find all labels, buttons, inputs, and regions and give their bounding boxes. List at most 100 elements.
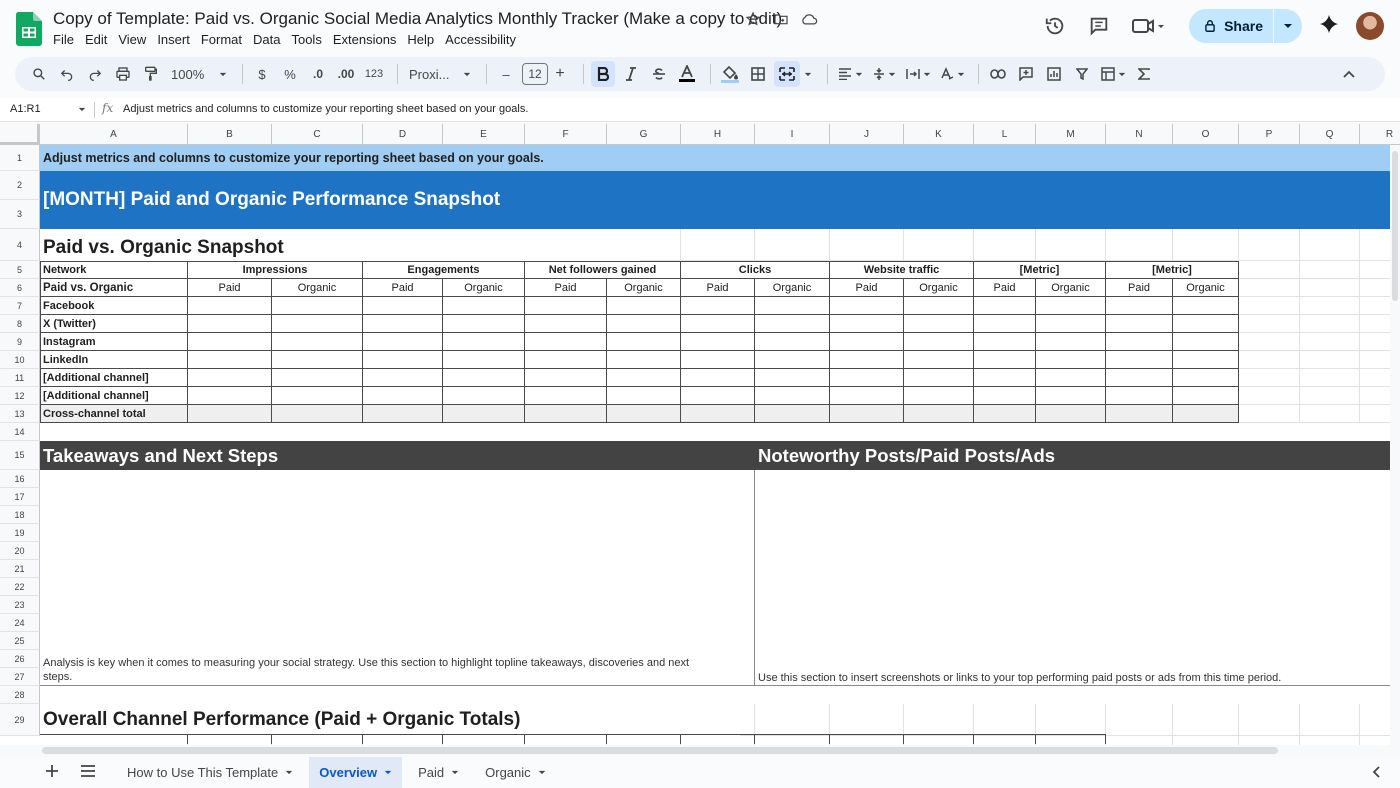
column-header-b[interactable]: B	[188, 124, 272, 145]
merge-cells-icon[interactable]	[774, 61, 800, 87]
subheader-organic[interactable]: Organic	[272, 279, 363, 297]
table-cell[interactable]	[1036, 297, 1106, 315]
functions-icon[interactable]	[1132, 61, 1156, 87]
document-title[interactable]: Copy of Template: Paid vs. Organic Socia…	[53, 9, 782, 29]
network-row-label[interactable]: Facebook	[40, 297, 188, 315]
select-all-corner[interactable]	[0, 124, 40, 145]
table-cell[interactable]	[755, 351, 830, 369]
insert-link-icon[interactable]	[986, 61, 1010, 87]
table-cell[interactable]	[443, 387, 525, 405]
add-sheet-icon[interactable]	[45, 764, 59, 781]
column-header-i[interactable]: I	[755, 124, 830, 145]
menu-view[interactable]: View	[118, 32, 152, 47]
insert-chart-icon[interactable]	[1042, 61, 1066, 87]
network-row-label[interactable]: [Additional channel]	[40, 387, 188, 405]
table-cell[interactable]	[681, 405, 755, 423]
column-header-e[interactable]: E	[443, 124, 525, 145]
filter-views-icon[interactable]	[1098, 61, 1128, 87]
row-header-16[interactable]: 16	[0, 470, 40, 488]
menu-insert[interactable]: Insert	[157, 32, 196, 47]
strikethrough-icon[interactable]	[647, 61, 671, 87]
increase-font-size-button[interactable]: +	[548, 61, 572, 87]
table-cell[interactable]	[188, 387, 272, 405]
borders-icon[interactable]	[746, 61, 770, 87]
row-header-11[interactable]: 11	[0, 369, 40, 387]
table-cell[interactable]	[443, 369, 525, 387]
column-header-r[interactable]: R	[1360, 124, 1400, 145]
table-cell[interactable]	[904, 351, 974, 369]
table-subheader-label[interactable]: Paid vs. Organic	[40, 279, 188, 297]
collapse-menus-icon[interactable]	[1337, 61, 1361, 87]
menu-edit[interactable]: Edit	[85, 32, 113, 47]
row-header-28[interactable]: 28	[0, 686, 40, 704]
row-header-1[interactable]: 1	[0, 145, 40, 171]
table-header-network[interactable]: Network	[40, 261, 188, 279]
table-cell[interactable]	[272, 387, 363, 405]
table-cell[interactable]	[363, 387, 443, 405]
table-cell[interactable]	[525, 369, 607, 387]
row-header-27[interactable]: 27	[0, 668, 40, 686]
subheader-organic[interactable]: Organic	[443, 279, 525, 297]
table-cell[interactable]	[607, 351, 681, 369]
cross-channel-total-label[interactable]: Cross-channel total	[40, 405, 188, 423]
row-header-23[interactable]: 23	[0, 596, 40, 614]
table-cell[interactable]	[755, 333, 830, 351]
row-header-8[interactable]: 8	[0, 315, 40, 333]
table-cell[interactable]	[681, 315, 755, 333]
table-cell[interactable]	[1036, 369, 1106, 387]
text-rotation-icon[interactable]	[937, 61, 967, 87]
table-cell[interactable]	[830, 333, 904, 351]
column-header-g[interactable]: G	[607, 124, 681, 145]
table-cell[interactable]	[830, 351, 904, 369]
italic-icon[interactable]	[619, 61, 643, 87]
column-header-j[interactable]: J	[830, 124, 904, 145]
sheets-logo-icon[interactable]	[16, 12, 42, 46]
table-cell[interactable]	[1106, 333, 1173, 351]
table-cell[interactable]	[525, 297, 607, 315]
network-row-label[interactable]: LinkedIn	[40, 351, 188, 369]
table-cell[interactable]	[681, 387, 755, 405]
paint-format-icon[interactable]	[139, 61, 163, 87]
table-cell[interactable]	[755, 405, 830, 423]
row-header-25[interactable]: 25	[0, 632, 40, 650]
row-header-3[interactable]: 3	[0, 200, 40, 229]
chevron-down-icon[interactable]	[804, 72, 812, 77]
table-cell[interactable]	[443, 333, 525, 351]
table-header-metric[interactable]: Impressions	[188, 261, 363, 279]
table-cell[interactable]	[525, 387, 607, 405]
row-header-15[interactable]: 15	[0, 441, 40, 470]
subheader-paid[interactable]: Paid	[188, 279, 272, 297]
table-cell[interactable]	[830, 405, 904, 423]
network-row-label[interactable]: [Additional channel]	[40, 369, 188, 387]
column-header-h[interactable]: H	[681, 124, 755, 145]
table-cell[interactable]	[830, 387, 904, 405]
column-header-q[interactable]: Q	[1300, 124, 1360, 145]
row-header-29[interactable]: 29	[0, 704, 40, 736]
table-cell[interactable]	[904, 405, 974, 423]
table-cell[interactable]	[443, 351, 525, 369]
table-cell[interactable]	[974, 387, 1036, 405]
subheader-paid[interactable]: Paid	[363, 279, 443, 297]
row-header-9[interactable]: 9	[0, 333, 40, 351]
table-cell[interactable]	[1173, 405, 1239, 423]
zoom-select[interactable]: 100%	[167, 61, 231, 87]
row-header-22[interactable]: 22	[0, 578, 40, 596]
table-cell[interactable]	[363, 351, 443, 369]
subheader-paid[interactable]: Paid	[1106, 279, 1173, 297]
row-header-6[interactable]: 6	[0, 279, 40, 297]
row-header-18[interactable]: 18	[0, 506, 40, 524]
table-cell[interactable]	[974, 405, 1036, 423]
table-cell[interactable]	[974, 351, 1036, 369]
subheader-organic[interactable]: Organic	[1173, 279, 1239, 297]
sheet-tab-paid[interactable]: Paid	[408, 757, 469, 788]
column-header-l[interactable]: L	[974, 124, 1036, 145]
row-header-10[interactable]: 10	[0, 351, 40, 369]
column-header-d[interactable]: D	[363, 124, 443, 145]
search-menus-icon[interactable]	[27, 61, 51, 87]
table-cell[interactable]	[607, 369, 681, 387]
menu-accessibility[interactable]: Accessibility	[445, 32, 522, 47]
subheader-paid[interactable]: Paid	[974, 279, 1036, 297]
column-header-m[interactable]: M	[1036, 124, 1106, 145]
sheet-tab-overview[interactable]: Overview	[309, 757, 403, 788]
star-icon[interactable]	[744, 10, 762, 28]
